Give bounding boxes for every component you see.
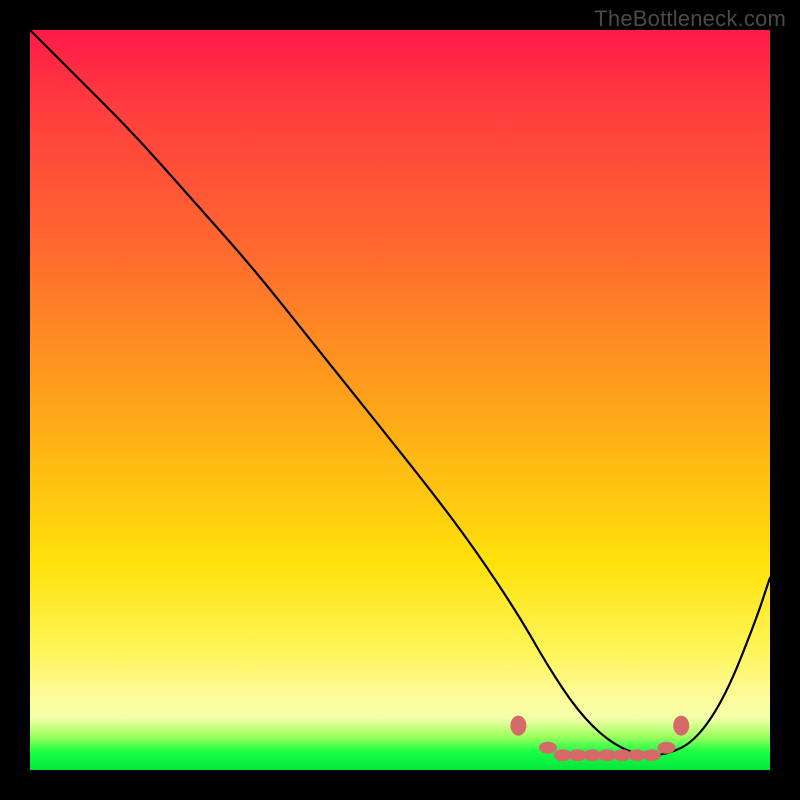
highlight-bead [510,716,526,736]
highlight-markers [510,716,689,762]
highlight-bead [598,749,616,761]
highlight-bead [657,742,675,754]
highlight-bead [569,749,587,761]
highlight-bead [583,749,601,761]
plot-area [30,30,770,770]
highlight-bead [628,749,646,761]
curve-layer [30,30,770,770]
highlight-bead [673,716,689,736]
bottleneck-curve [30,30,770,755]
highlight-bead [539,742,557,754]
highlight-bead [554,749,572,761]
highlight-bead [643,749,661,761]
highlight-bead [613,749,631,761]
chart-frame: TheBottleneck.com [0,0,800,800]
watermark-text: TheBottleneck.com [594,6,786,32]
